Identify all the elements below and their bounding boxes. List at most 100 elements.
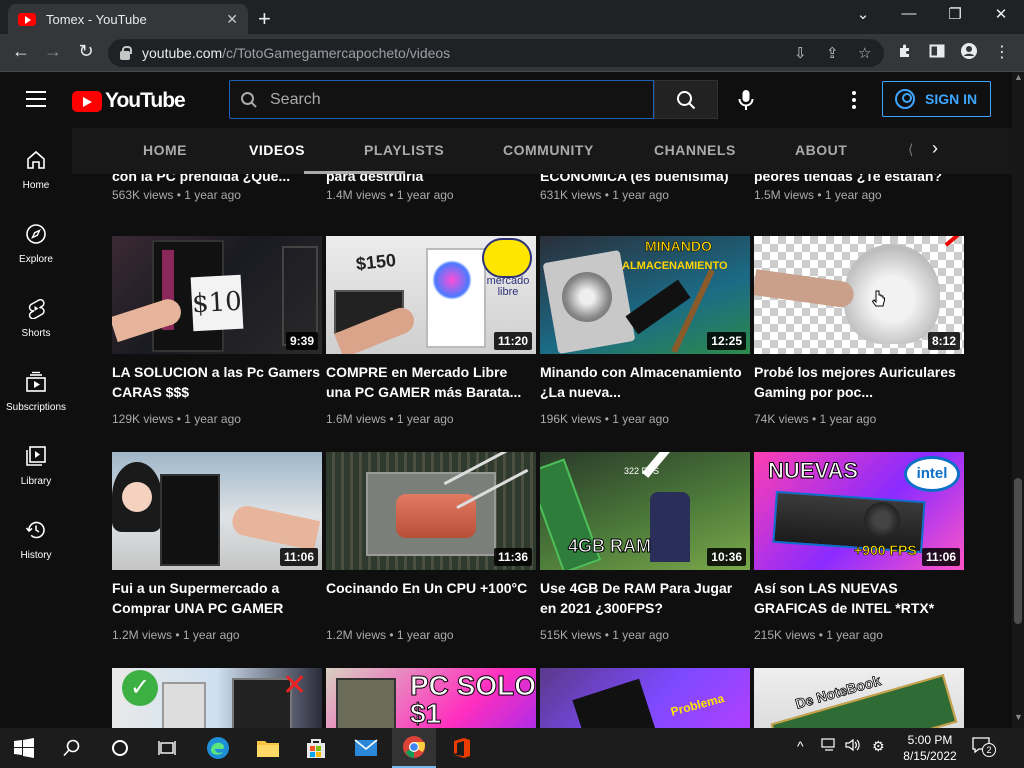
video-thumbnail[interactable]: NUEVAS intel +900 FPS 11:06	[754, 452, 964, 570]
install-app-icon[interactable]: ⇩	[794, 44, 807, 62]
video-duration: 11:06	[279, 548, 318, 566]
forward-button[interactable]: →	[41, 41, 65, 62]
taskbar-mail[interactable]	[344, 728, 388, 768]
video-thumbnail[interactable]: $10 9:39	[112, 236, 322, 354]
side-panel-icon[interactable]	[929, 43, 945, 64]
search-button[interactable]	[654, 80, 718, 119]
video-thumbnail[interactable]: ✓ ✕	[112, 668, 322, 728]
tab-close-icon[interactable]: ✕	[226, 11, 238, 28]
scroll-down-arrow-icon[interactable]: ▼	[1014, 712, 1023, 722]
video-title[interactable]: Así son LAS NUEVAS GRAFICAS de INTEL *RT…	[754, 578, 964, 618]
account-circle-icon	[895, 89, 915, 109]
mail-icon	[354, 739, 378, 756]
guide-item-explore[interactable]: Explore	[0, 206, 72, 280]
back-button[interactable]: ←	[9, 41, 33, 62]
video-thumbnail[interactable]: PC SOLO $1	[326, 668, 536, 728]
scrollbar-thumb[interactable]	[1014, 478, 1022, 624]
video-duration: 11:20	[493, 332, 532, 350]
taskbar-search-button[interactable]	[50, 728, 94, 768]
guide-item-subscriptions[interactable]: Subscriptions	[0, 354, 72, 428]
video-thumbnail[interactable]: 11:06	[112, 452, 322, 570]
tab-playlists[interactable]: PLAYLISTS	[364, 142, 444, 158]
volume-icon[interactable]	[845, 738, 861, 755]
browser-toolbar: ← → ↻ youtube.com/c/TotoGamegamercapoche…	[0, 34, 1024, 72]
check-icon: ✓	[122, 670, 158, 706]
guide-item-library[interactable]: Library	[0, 428, 72, 502]
thumb-headline: NUEVAS	[767, 458, 859, 484]
video-thumbnail[interactable]: 8:12	[754, 236, 964, 354]
browser-tab[interactable]: Tomex - YouTube ✕	[8, 4, 248, 34]
minimize-button[interactable]: —	[894, 5, 924, 22]
taskbar-office[interactable]	[440, 728, 484, 768]
tab-overflow-fade: ⟨	[908, 141, 914, 157]
thumb-brand: mercado libre	[486, 275, 530, 298]
video-title[interactable]: para destruirla	[326, 174, 536, 186]
taskbar-store[interactable]	[294, 728, 338, 768]
restore-button[interactable]: ❐	[940, 5, 970, 23]
x-mark-icon: ✕	[282, 669, 308, 702]
tab-videos[interactable]: VIDEOS	[249, 142, 305, 158]
tab-home[interactable]: HOME	[143, 142, 187, 158]
video-title[interactable]: ECONOMICA (es buenisima)	[540, 174, 750, 186]
video-thumbnail[interactable]: MINANDO ALMACENAMIENTO 12:25	[540, 236, 750, 354]
show-hidden-icons-chevron[interactable]: ^	[797, 738, 804, 754]
share-icon[interactable]: ⇪	[826, 44, 839, 62]
action-center-button[interactable]: 2	[972, 737, 996, 757]
video-thumbnail[interactable]: 11:36	[326, 452, 536, 570]
start-button[interactable]	[2, 728, 46, 768]
chrome-menu-icon[interactable]: ⋮	[994, 42, 1010, 62]
address-bar[interactable]: youtube.com/c/TotoGamegamercapocheto/vid…	[108, 39, 884, 67]
video-meta: 1.2M views • 1 year ago	[326, 628, 454, 642]
guide-item-history[interactable]: History	[0, 502, 72, 576]
browser-tab-strip: Tomex - YouTube ✕ + ⌄ — ❐ ✕	[0, 0, 1024, 34]
network-icon[interactable]	[821, 738, 837, 755]
video-title[interactable]: LA SOLUCION a las Pc Gamers CARAS $$$	[112, 362, 322, 402]
profile-avatar-icon[interactable]	[961, 43, 977, 64]
window-close-button[interactable]: ✕	[986, 5, 1016, 23]
tabs-next-chevron-icon[interactable]: ›	[932, 138, 938, 159]
system-clock[interactable]: 5:00 PM 8/15/2022	[898, 732, 962, 764]
tab-about[interactable]: ABOUT	[795, 142, 847, 158]
taskbar-file-explorer[interactable]	[246, 728, 290, 768]
reload-button[interactable]: ↻	[74, 41, 98, 62]
video-thumbnail[interactable]: Problema	[540, 668, 750, 728]
guide-item-home[interactable]: Home	[0, 132, 72, 206]
guide-item-shorts[interactable]: Shorts	[0, 280, 72, 354]
new-tab-button[interactable]: +	[258, 6, 271, 32]
video-title[interactable]: COMPRE en Mercado Libre una PC GAMER más…	[326, 362, 536, 402]
cortana-button[interactable]	[98, 728, 142, 768]
video-meta: 129K views • 1 year ago	[112, 412, 241, 426]
video-title[interactable]: con la PC prendida ¿Que...	[112, 174, 322, 186]
guide-label: Library	[20, 475, 52, 487]
video-title[interactable]: Use 4GB De RAM Para Jugar en 2021 ¿300FP…	[540, 578, 750, 618]
voice-search-button[interactable]	[730, 84, 762, 116]
tab-channels[interactable]: CHANNELS	[654, 142, 736, 158]
taskbar-chrome[interactable]	[392, 728, 436, 768]
guide-menu-icon[interactable]	[26, 91, 46, 107]
youtube-logo-text: YouTube	[105, 89, 186, 112]
tab-community[interactable]: COMMUNITY	[503, 142, 594, 158]
tab-search-chevron-icon[interactable]: ⌄	[848, 5, 878, 23]
search-input[interactable]	[270, 90, 630, 109]
video-thumbnail[interactable]: 322 FPS 4GB RAM 10:36	[540, 452, 750, 570]
video-title[interactable]: Minando con Almacenamiento ¿La nueva...	[540, 362, 750, 402]
page-scrollbar[interactable]: ▲ ▼	[1012, 72, 1024, 728]
youtube-header: YouTube SIGN IN	[0, 72, 1024, 128]
video-title[interactable]: Probé los mejores Auriculares Gaming por…	[754, 362, 964, 402]
scroll-up-arrow-icon[interactable]: ▲	[1014, 72, 1023, 82]
video-title[interactable]: Fui a un Supermercado a Comprar UNA PC G…	[112, 578, 322, 618]
video-thumbnail[interactable]: De NoteBook	[754, 668, 964, 728]
windows-logo-icon	[14, 738, 34, 758]
video-title[interactable]: peores tiendas ¿Te estafan?	[754, 174, 964, 186]
settings-more-icon[interactable]	[846, 86, 862, 114]
youtube-logo[interactable]: YouTube	[72, 89, 186, 113]
task-view-button[interactable]	[146, 728, 190, 768]
settings-gear-icon[interactable]: ⚙	[872, 738, 885, 755]
extensions-puzzle-icon[interactable]	[897, 43, 913, 64]
store-bag-icon	[307, 739, 325, 758]
bookmark-star-icon[interactable]: ☆	[858, 44, 871, 62]
taskbar-edge[interactable]	[196, 728, 240, 768]
video-title[interactable]: Cocinando En Un CPU +100°C	[326, 578, 536, 598]
sign-in-button[interactable]: SIGN IN	[882, 81, 991, 117]
video-thumbnail[interactable]: $150 mercado libre 11:20	[326, 236, 536, 354]
